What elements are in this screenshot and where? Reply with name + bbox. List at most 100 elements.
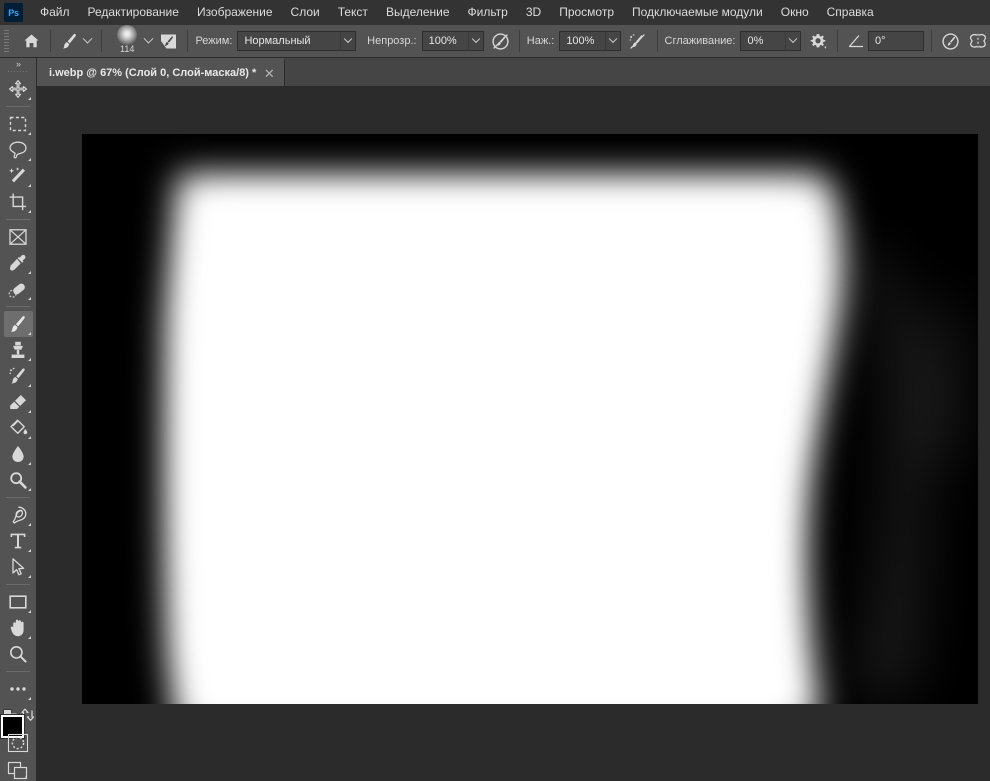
brush-tool-chevron-down-icon[interactable] [81, 30, 94, 52]
zoom-magnifier-icon [8, 644, 28, 664]
tool-magic-wand[interactable] [4, 163, 33, 189]
document-canvas[interactable] [82, 134, 978, 704]
tool-submenu-triangle-icon [27, 522, 31, 526]
tool-hand[interactable] [4, 615, 33, 641]
menu-3d[interactable]: 3D [517, 2, 550, 23]
smoothing-value: 0% [747, 35, 764, 47]
angle-input[interactable]: 0° [867, 31, 924, 51]
symmetry-butterfly-icon[interactable] [967, 29, 990, 53]
dodge-icon [8, 470, 28, 490]
canvas-work-area[interactable] [37, 87, 990, 781]
menu-plugins[interactable]: Подключаемые модули [623, 2, 772, 23]
brush-tool-icon[interactable] [58, 29, 81, 53]
quick-mask-icon[interactable] [4, 733, 32, 753]
tool-clone-stamp[interactable] [4, 337, 33, 363]
options-separator-2 [100, 30, 102, 52]
tool-rect-marquee[interactable] [4, 111, 33, 137]
marquee-icon [8, 115, 28, 133]
airbrush-icon[interactable] [626, 29, 649, 53]
opacity-dropdown[interactable]: 100% [421, 31, 484, 51]
flow-value: 100% [566, 35, 595, 47]
tool-type[interactable] [4, 528, 33, 554]
brush-settings-panel-icon[interactable] [157, 29, 180, 53]
healing-brush-icon [8, 279, 28, 299]
toolbar-expand-icon[interactable]: » [0, 59, 37, 69]
toolbar-grip[interactable] [7, 69, 29, 72]
color-swatches[interactable] [1, 714, 35, 749]
blend-mode-value: Нормальный [244, 35, 311, 47]
tool-submenu-triangle-icon [27, 409, 31, 413]
pressure-size-icon[interactable] [939, 29, 962, 53]
tool-edit-toolbar[interactable] [4, 676, 33, 702]
tool-zoom[interactable] [4, 641, 33, 667]
tool-pen[interactable] [4, 502, 33, 528]
tool-eraser[interactable] [4, 389, 33, 415]
eyedropper-icon [8, 253, 28, 273]
tool-crop[interactable] [4, 189, 33, 215]
options-separator-6 [836, 30, 838, 52]
tools-list [3, 76, 33, 702]
document-tab[interactable]: i.webp @ 67% (Слой 0, Слой-маска/8) * ✕ [37, 58, 286, 86]
flow-chevron-down-icon [605, 32, 620, 50]
magic-wand-icon [8, 166, 28, 186]
photoshop-logo: Ps [4, 3, 23, 22]
tool-spot-healing[interactable] [4, 276, 33, 302]
menu-view[interactable]: Просмотр [550, 2, 623, 23]
smoothing-chevron-down-icon [784, 32, 800, 50]
opacity-label: Непрозр.: [367, 35, 417, 47]
more-tools-ellipsis-icon [7, 683, 29, 695]
menu-image[interactable]: Изображение [188, 2, 282, 23]
tool-submenu-triangle-icon [27, 635, 31, 639]
crop-icon [8, 192, 28, 212]
tool-submenu-triangle-icon [27, 357, 31, 361]
menu-edit[interactable]: Редактирование [79, 2, 188, 23]
opacity-chevron-down-icon [467, 32, 483, 50]
tool-eyedropper[interactable] [4, 250, 33, 276]
pressure-opacity-icon[interactable] [489, 29, 512, 53]
tool-brush[interactable] [3, 310, 33, 337]
tool-history-brush[interactable] [4, 363, 33, 389]
tool-submenu-triangle-icon [27, 383, 31, 387]
tool-dodge[interactable] [4, 467, 33, 493]
tool-move[interactable] [4, 76, 33, 102]
menu-file[interactable]: Файл [31, 2, 79, 23]
clone-stamp-icon [8, 340, 28, 360]
menu-items-container: Файл Редактирование Изображение Слои Текст Вы… [31, 2, 883, 23]
menu-filter[interactable]: Фильтр [459, 2, 517, 23]
brush-size-label: 114 [119, 44, 135, 54]
brush-preset-picker[interactable]: 114 [113, 25, 142, 56]
screen-mode-icon[interactable] [4, 761, 32, 781]
photoshop-window: Ps Файл Редактирование Изображение Слои Текс… [0, 0, 990, 781]
opacity-value: 100% [428, 35, 457, 47]
flow-dropdown[interactable]: 100% [559, 31, 622, 51]
smoothing-options-gear-icon[interactable] [807, 29, 830, 53]
tool-lasso[interactable] [4, 137, 33, 163]
brush-icon [8, 314, 28, 334]
tool-submenu-triangle-icon [27, 270, 31, 274]
tool-submenu-triangle-icon [27, 461, 31, 465]
menu-select[interactable]: Выделение [377, 2, 459, 23]
smoothing-dropdown[interactable]: 0% [740, 31, 801, 51]
menu-help[interactable]: Справка [818, 2, 883, 23]
home-icon[interactable] [20, 29, 43, 53]
brush-preset-chevron-down-icon[interactable] [143, 30, 156, 52]
menu-type[interactable]: Текст [329, 2, 377, 23]
tool-submenu-triangle-icon [27, 131, 31, 135]
tool-submenu-triangle-icon [27, 696, 31, 700]
tool-gradient[interactable] [4, 415, 33, 441]
brush-angle-icon[interactable] [845, 29, 868, 53]
options-separator-1 [49, 30, 51, 52]
blend-mode-dropdown[interactable]: Нормальный [237, 31, 356, 51]
menu-window[interactable]: Окно [772, 2, 818, 23]
close-icon[interactable]: ✕ [263, 67, 275, 80]
move-icon [8, 79, 28, 99]
tool-submenu-triangle-icon [27, 435, 31, 439]
menu-layers[interactable]: Слои [282, 2, 329, 23]
options-separator-3 [187, 30, 189, 52]
tool-path-selection[interactable] [4, 554, 33, 580]
tool-frame[interactable] [4, 224, 33, 250]
toolbar-divider [6, 305, 30, 307]
options-bar-grip[interactable] [2, 30, 11, 52]
tool-rectangle[interactable] [4, 589, 33, 615]
tool-blur[interactable] [4, 441, 33, 467]
